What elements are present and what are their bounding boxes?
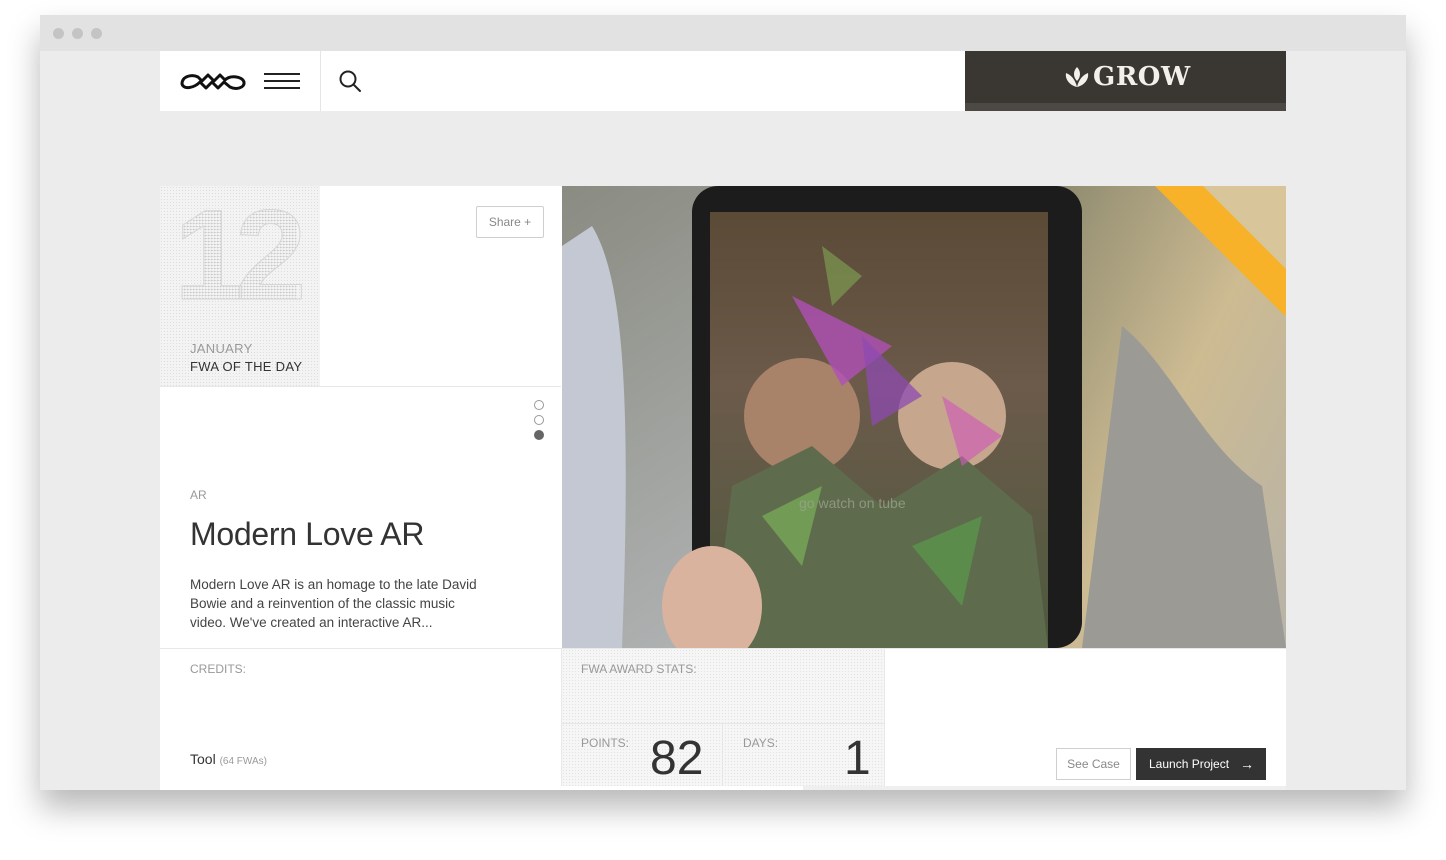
days-label: DAYS: — [743, 736, 779, 750]
browser-window: GROW 12 JANUARY FWA OF THE DAY Share + A… — [40, 15, 1406, 790]
site-header: GROW — [160, 51, 1286, 111]
divider — [722, 723, 723, 790]
date-box: 12 JANUARY FWA OF THE DAY — [160, 186, 320, 386]
stats-label: FWA AWARD STATS: — [581, 662, 697, 676]
pager-dot[interactable] — [534, 400, 544, 410]
pager-dot[interactable] — [534, 415, 544, 425]
hero-overlay-text: go watch on tube — [799, 495, 906, 511]
menu-icon[interactable] — [264, 73, 300, 89]
scrollbar-thumb[interactable] — [160, 786, 803, 790]
credit-tool-link[interactable]: Tool (64 FWAs) — [190, 751, 267, 767]
window-dot-maximize[interactable] — [91, 28, 102, 39]
month-label: JANUARY — [190, 341, 253, 356]
fwa-of-the-day-label: FWA OF THE DAY — [190, 359, 303, 374]
day-number: 12 — [173, 184, 306, 327]
hero-image[interactable]: go watch on tube — [562, 186, 1286, 648]
window-dot-minimize[interactable] — [72, 28, 83, 39]
window-dot-close[interactable] — [53, 28, 64, 39]
project-title[interactable]: Modern Love AR — [190, 516, 424, 553]
credit-count: (64 FWAs) — [219, 756, 267, 767]
fwa-logo-icon[interactable] — [178, 68, 248, 94]
project-description: Modern Love AR is an homage to the late … — [190, 577, 477, 630]
window-titlebar — [40, 15, 1406, 51]
days-value: 1 — [844, 732, 871, 785]
pager-dot-active[interactable] — [534, 430, 544, 440]
ad-stripe — [965, 103, 1286, 111]
search-icon[interactable] — [338, 69, 364, 95]
launch-label: Launch Project — [1149, 757, 1230, 771]
arrow-right-icon: → — [1240, 756, 1254, 772]
launch-project-button[interactable]: Launch Project → — [1136, 748, 1266, 780]
horizontal-scrollbar[interactable] — [160, 786, 1286, 790]
ad-text: GROW — [1093, 62, 1191, 92]
credit-name: Tool — [190, 751, 216, 767]
divider — [562, 723, 884, 724]
grow-ad-banner[interactable]: GROW — [965, 51, 1286, 111]
divider — [160, 386, 561, 387]
points-value: 82 — [650, 732, 704, 785]
points-label: POINTS: — [581, 736, 630, 750]
hero-photo: go watch on tube — [562, 186, 1286, 648]
project-category: AR — [190, 488, 207, 502]
see-case-button[interactable]: See Case — [1056, 748, 1131, 780]
divider — [884, 648, 885, 790]
credits-label: CREDITS: — [190, 662, 247, 676]
slide-pager — [534, 400, 546, 445]
featured-card: 12 JANUARY FWA OF THE DAY Share + AR Mod… — [160, 186, 1286, 790]
share-button[interactable]: Share + — [476, 206, 544, 238]
leaf-icon — [1065, 67, 1089, 87]
header-divider — [320, 51, 321, 111]
award-stats: FWA AWARD STATS: POINTS: 82 DAYS: 1 — [562, 649, 884, 790]
